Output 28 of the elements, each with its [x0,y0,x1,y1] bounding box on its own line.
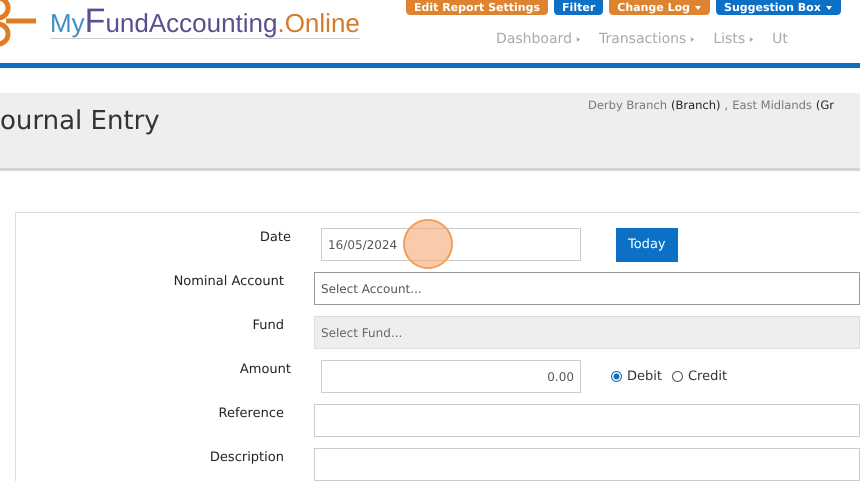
field-label: Nominal Account [172,274,284,289]
group-type: (Gr [816,98,834,112]
field-label: Reference [218,406,284,421]
field-label: Description [208,450,284,465]
select-field[interactable]: Select Account... [314,272,860,305]
branch-type: (Branch) [670,98,721,112]
field-label: Date [258,230,291,245]
date-field[interactable]: 16/05/2024 [321,228,581,261]
logo-text: MyFundAccounting.Online [50,6,360,39]
amount-field[interactable]: 0.00 [321,360,581,393]
page-title: ournal Entry [0,106,160,136]
text-field[interactable] [314,404,860,437]
toolbar-button[interactable]: Change Log [609,0,710,15]
field-label: Amount [238,362,291,377]
field-label: Fund [251,318,284,333]
radio-button[interactable] [672,371,683,382]
separator: , [724,98,728,112]
branch-name: Derby Branch [588,98,667,112]
radio-button[interactable] [611,371,622,382]
toolbar-button[interactable]: Suggestion Box [716,0,841,15]
today-button[interactable]: Today [616,228,678,262]
text-field[interactable] [314,448,860,481]
click-indicator [403,219,453,269]
group-name: East Midlands [732,98,812,112]
radio-option[interactable]: Credit [672,369,728,384]
toolbar-button[interactable]: Filter [554,0,604,15]
radio-option[interactable]: Debit [611,369,662,384]
toolbar-button[interactable]: Edit Report Settings [406,0,548,15]
